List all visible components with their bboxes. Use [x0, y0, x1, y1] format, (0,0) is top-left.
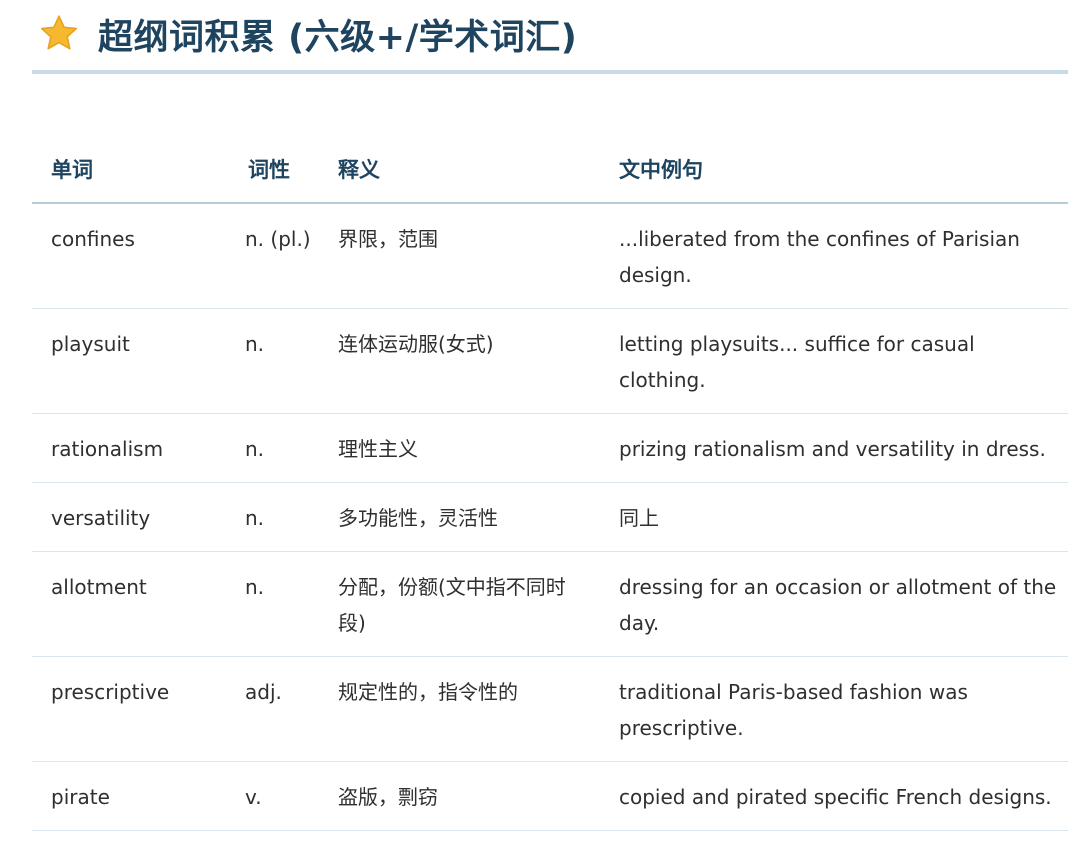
part-of-speech-cell: n. (pl.): [229, 203, 319, 309]
example-cell: 同上: [600, 482, 1068, 552]
word-cell: confines: [32, 203, 229, 309]
word-cell: pirate: [32, 761, 229, 831]
column-header-part-of-speech: 词性: [229, 134, 319, 204]
word-cell: playsuit: [32, 308, 229, 414]
column-header-example-sentence: 文中例句: [600, 134, 1068, 204]
part-of-speech-cell: n.: [229, 482, 319, 552]
star-icon: [40, 15, 78, 50]
table-row: pirate v. 盗版，剽窃 copied and pirated speci…: [32, 761, 1068, 831]
table-row: playsuit n. 连体运动服(女式) letting playsuits.…: [32, 308, 1068, 414]
part-of-speech-cell: n.: [229, 413, 319, 483]
word-cell: allotment: [32, 551, 229, 657]
definition-cell: 理性主义: [319, 413, 600, 483]
definition-cell: 多功能性，灵活性: [319, 482, 600, 552]
column-header-word: 单词: [32, 134, 229, 204]
example-cell: dressing for an occasion or allotment of…: [600, 551, 1068, 657]
definition-cell: 界限，范围: [319, 203, 600, 309]
title-divider: [32, 70, 1068, 74]
vocabulary-table: 单词 词性 释义 文中例句 confines n. (pl.) 界限，范围 ..…: [32, 134, 1068, 831]
word-cell: rationalism: [32, 413, 229, 483]
page-title: 超纲词积累 (六级+/学术词汇): [98, 17, 578, 58]
definition-cell: 分配，份额(文中指不同时段): [319, 551, 600, 657]
table-row: versatility n. 多功能性，灵活性 同上: [32, 482, 1068, 552]
part-of-speech-cell: n.: [229, 551, 319, 657]
part-of-speech-cell: adj.: [229, 656, 319, 762]
example-cell: prizing rationalism and versatility in d…: [600, 413, 1068, 483]
table-row: prescriptive adj. 规定性的，指令性的 traditional …: [32, 656, 1068, 762]
word-cell: prescriptive: [32, 656, 229, 762]
table-row: rationalism n. 理性主义 prizing rationalism …: [32, 413, 1068, 483]
definition-cell: 规定性的，指令性的: [319, 656, 600, 762]
word-cell: versatility: [32, 482, 229, 552]
table-header-row: 单词 词性 释义 文中例句: [32, 134, 1068, 204]
part-of-speech-cell: n.: [229, 308, 319, 414]
example-cell: traditional Paris-based fashion was pres…: [600, 656, 1068, 762]
example-cell: ...liberated from the confines of Parisi…: [600, 203, 1068, 309]
table-row: confines n. (pl.) 界限，范围 ...liberated fro…: [32, 203, 1068, 309]
definition-cell: 盗版，剽窃: [319, 761, 600, 831]
column-header-definition: 释义: [319, 134, 600, 204]
definition-cell: 连体运动服(女式): [319, 308, 600, 414]
title-row: 超纲词积累 (六级+/学术词汇): [38, 8, 577, 60]
example-cell: letting playsuits... suffice for casual …: [600, 308, 1068, 414]
table-row: allotment n. 分配，份额(文中指不同时段) dressing for…: [32, 551, 1068, 657]
example-cell: copied and pirated specific French desig…: [600, 761, 1068, 831]
part-of-speech-cell: v.: [229, 761, 319, 831]
